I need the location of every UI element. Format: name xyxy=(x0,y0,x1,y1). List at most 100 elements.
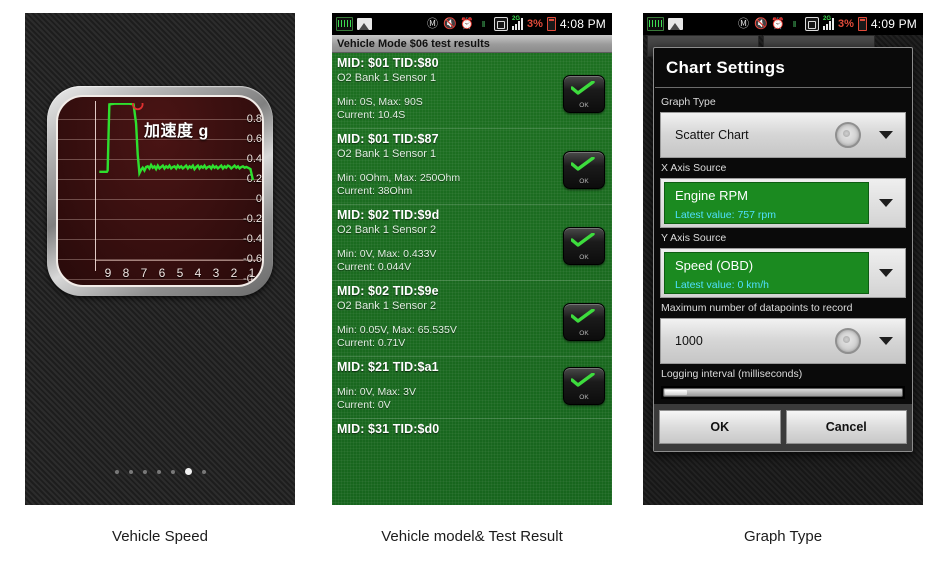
caption-panel3: Graph Type xyxy=(743,528,823,545)
check-icon xyxy=(571,157,595,171)
result-status-label: OK xyxy=(579,102,589,109)
battery-percent-label: 3% xyxy=(838,18,854,30)
status-bar-panel2: Ⓜ 🔇 ⏰ ‖ 2G 3% 4:08 PM xyxy=(332,13,612,35)
sdcard-icon xyxy=(494,17,508,31)
chevron-down-icon xyxy=(879,199,893,207)
x-axis-source-label: X Axis Source xyxy=(661,162,727,174)
result-status-badge[interactable]: OK xyxy=(563,303,605,341)
result-mid-tid: MID: $02 TID:$9e xyxy=(337,284,439,298)
obd-icon xyxy=(336,17,353,31)
page-dot[interactable] xyxy=(114,469,119,474)
page-dot[interactable] xyxy=(142,469,147,474)
dialog-body: Graph Type Scatter Chart X Axis Source E… xyxy=(654,88,912,399)
panel-vehicle-speed: 0.8 0.6 0.4 0.2 0 -0.2 -0.4 -0.6 -0.8 9 … xyxy=(25,13,295,505)
chart-settings-dialog: Chart Settings Graph Type Scatter Chart … xyxy=(653,47,913,452)
result-status-badge[interactable]: OK xyxy=(563,151,605,189)
cancel-button[interactable]: Cancel xyxy=(785,410,907,444)
network-type-label: 2G xyxy=(512,16,521,22)
page-dot[interactable] xyxy=(184,468,192,476)
chart-title: 加速度 g xyxy=(144,123,209,140)
y-axis-source-spinner[interactable]: Speed (OBD) Latest value: 0 km/h xyxy=(660,248,906,298)
battery-icon xyxy=(857,17,867,31)
x-axis-latest-value: Latest value: 757 rpm xyxy=(675,209,776,221)
sim-icon: ‖ xyxy=(481,19,486,29)
x-axis-source-value: Engine RPM xyxy=(675,188,748,203)
x-tick-label: 2 xyxy=(230,266,238,280)
graph-type-value: Scatter Chart xyxy=(675,128,749,142)
graph-type-spinner[interactable]: Scatter Chart xyxy=(660,112,906,158)
slider-track[interactable] xyxy=(663,388,903,397)
graph-type-label: Graph Type xyxy=(661,96,716,108)
y-tick-label: -0.6 xyxy=(243,253,262,265)
clock-label: 4:09 PM xyxy=(870,17,917,31)
dialog-title: Chart Settings xyxy=(666,58,785,77)
max-datapoints-value: 1000 xyxy=(675,334,703,348)
ok-button[interactable]: OK xyxy=(659,410,781,444)
result-status-label: OK xyxy=(579,330,589,337)
spinner-knob-icon xyxy=(835,122,861,148)
x-tick-label: 9 xyxy=(104,266,112,280)
page-title: Vehicle Mode $06 test results xyxy=(332,35,612,53)
mute-icon: 🔇 xyxy=(443,17,457,30)
network-type-label: 2G xyxy=(823,16,832,22)
result-status-label: OK xyxy=(579,394,589,401)
spinner-knob-icon xyxy=(835,328,861,354)
result-mid-tid: MID: $01 TID:$80 xyxy=(337,56,439,70)
dialog-button-bar: OK Cancel xyxy=(654,404,912,451)
sdcard-icon xyxy=(805,17,819,31)
result-status-badge[interactable]: OK xyxy=(563,75,605,113)
page-dot[interactable] xyxy=(170,469,175,474)
test-result-row[interactable]: MID: $01 TID:$87 O2 Bank 1 Sensor 1 Min: 0… xyxy=(332,129,612,201)
test-result-row[interactable]: MID: $01 TID:$80 O2 Bank 1 Sensor 1 Min: 0… xyxy=(332,53,612,125)
alarm-icon: ⏰ xyxy=(460,17,474,30)
x-tick-label: 4 xyxy=(194,266,202,280)
bluetooth-icon: Ⓜ xyxy=(738,17,749,30)
logging-interval-slider[interactable] xyxy=(661,386,905,399)
page-dot[interactable] xyxy=(201,469,206,474)
x-tick-label: 5 xyxy=(176,266,184,280)
x-tick-label: 6 xyxy=(158,266,166,280)
test-result-row[interactable]: MID: $02 TID:$9e O2 Bank 1 Sensor 2 Min: 0… xyxy=(332,281,612,353)
check-icon xyxy=(571,81,595,95)
test-result-row[interactable]: MID: $21 TID:$a1 Min: 0V, Max: 3V Current:… xyxy=(332,357,612,415)
y-axis-source-label: Y Axis Source xyxy=(661,232,727,244)
status-bar-panel3: Ⓜ 🔇 ⏰ ‖ 2G 3% 4:09 PM xyxy=(643,13,923,35)
test-result-row[interactable]: MID: $31 TID:$d0 xyxy=(332,419,612,440)
x-tick-label: 7 xyxy=(140,266,148,280)
picture-icon xyxy=(357,18,372,30)
mute-icon: 🔇 xyxy=(754,17,768,30)
logging-interval-label: Logging interval (milliseconds) xyxy=(661,368,803,380)
result-status-badge[interactable]: OK xyxy=(563,227,605,265)
x-axis-source-spinner[interactable]: Engine RPM Latest value: 757 rpm xyxy=(660,178,906,228)
result-status-badge[interactable]: OK xyxy=(563,367,605,405)
x-tick-label: 3 xyxy=(212,266,220,280)
picture-icon xyxy=(668,18,683,30)
panel-test-results: Ⓜ 🔇 ⏰ ‖ 2G 3% 4:08 PM Vehicle Mode $06 t… xyxy=(332,13,612,505)
battery-icon xyxy=(546,17,556,31)
chevron-down-icon xyxy=(879,269,893,277)
x-tick-label: 1 xyxy=(248,266,256,280)
max-datapoints-spinner[interactable]: 1000 xyxy=(660,318,906,364)
check-icon xyxy=(571,233,595,247)
caption-panel2: Vehicle model& Test Result xyxy=(381,528,563,545)
x-axis-source-panel: Engine RPM Latest value: 757 rpm xyxy=(664,182,869,224)
page-dot[interactable] xyxy=(128,469,133,474)
y-axis-source-panel: Speed (OBD) Latest value: 0 km/h xyxy=(664,252,869,294)
check-icon xyxy=(571,373,595,387)
sim-icon: ‖ xyxy=(792,19,797,29)
test-results-list[interactable]: MID: $01 TID:$80 O2 Bank 1 Sensor 1 Min: 0… xyxy=(332,53,612,505)
gauge-bezel: 0.8 0.6 0.4 0.2 0 -0.2 -0.4 -0.6 -0.8 9 … xyxy=(47,86,273,296)
page-dot[interactable] xyxy=(156,469,161,474)
acceleration-chart: 0.8 0.6 0.4 0.2 0 -0.2 -0.4 -0.6 -0.8 9 … xyxy=(56,95,264,287)
y-axis-latest-value: Latest value: 0 km/h xyxy=(675,279,769,291)
clock-label: 4:08 PM xyxy=(559,17,606,31)
signal-icon: 2G xyxy=(823,16,834,30)
chevron-down-icon xyxy=(879,337,893,345)
alarm-icon: ⏰ xyxy=(771,17,785,30)
signal-icon: 2G xyxy=(512,16,523,30)
result-mid-tid: MID: $01 TID:$87 xyxy=(337,132,439,146)
result-status-label: OK xyxy=(579,254,589,261)
panel-chart-settings: Ⓜ 🔇 ⏰ ‖ 2G 3% 4:09 PM Chart Settings Gra… xyxy=(643,13,923,505)
test-result-row[interactable]: MID: $02 TID:$9d O2 Bank 1 Sensor 2 Min: 0… xyxy=(332,205,612,277)
page-indicator-dots[interactable] xyxy=(25,463,295,481)
